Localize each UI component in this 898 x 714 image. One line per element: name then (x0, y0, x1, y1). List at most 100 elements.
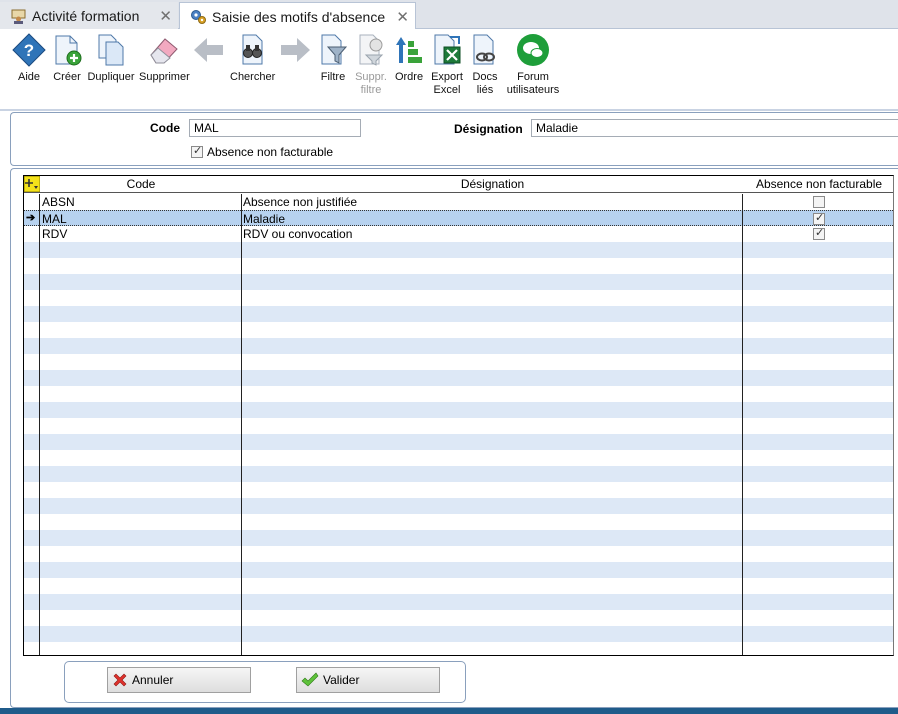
forum-chat-icon (517, 34, 549, 66)
cell-absence-non-facturable-checkbox[interactable] (813, 226, 825, 240)
cell-designation[interactable]: RDV ou convocation (243, 227, 739, 241)
new-document-icon (55, 35, 82, 66)
cell-absence-non-facturable-checkbox[interactable] (813, 196, 825, 208)
empty-row[interactable] (24, 354, 893, 370)
grid-panel: Code Désignation Absence non facturable … (10, 168, 898, 708)
empty-row[interactable] (24, 338, 893, 354)
empty-row[interactable] (24, 290, 893, 306)
supprimer-button[interactable]: Supprimer (139, 33, 190, 84)
column-header-code[interactable]: Code (40, 177, 242, 191)
arrow-left-icon (194, 38, 223, 62)
cell-designation[interactable]: Absence non justifiée (243, 195, 739, 209)
cell-code[interactable]: RDV (42, 227, 238, 241)
code-field[interactable]: MAL (189, 119, 361, 137)
help-icon: ? (12, 33, 46, 67)
empty-row[interactable] (24, 450, 893, 466)
previous-button[interactable] (191, 33, 227, 71)
grid-divider (241, 194, 242, 655)
absence-non-facturable-label: Absence non facturable (207, 145, 334, 159)
empty-row[interactable] (24, 402, 893, 418)
empty-row[interactable] (24, 418, 893, 434)
cell-absence-non-facturable-checkbox[interactable] (813, 211, 825, 225)
grid-divider (742, 194, 743, 655)
tab-label: Activité formation (32, 7, 140, 24)
export-excel-button[interactable]: Export Excel (428, 33, 466, 97)
empty-row[interactable] (24, 466, 893, 482)
table-row[interactable]: RDV RDV ou convocation (24, 226, 893, 242)
designation-label: Désignation (454, 122, 523, 136)
empty-row[interactable] (24, 322, 893, 338)
grid-body: RDV RDV ou convocation ➔ MAL Maladie ABSN Abse… (24, 194, 894, 656)
add-column-icon[interactable] (24, 176, 41, 195)
grid-divider (893, 194, 894, 656)
valider-button[interactable]: Valider (296, 667, 440, 693)
training-icon (11, 9, 26, 24)
empty-row[interactable] (24, 482, 893, 498)
eraser-icon (150, 38, 178, 64)
empty-row[interactable] (24, 498, 893, 514)
creer-button[interactable]: Créer (48, 33, 86, 84)
tab-activite-formation[interactable]: Activité formation ✕ (0, 2, 178, 29)
empty-row[interactable] (24, 274, 893, 290)
excel-export-icon (434, 34, 461, 65)
empty-row[interactable] (24, 386, 893, 402)
sort-order-icon (396, 37, 422, 63)
column-header-absence-non-facturable[interactable]: Absence non facturable (743, 177, 893, 191)
empty-row[interactable] (24, 258, 893, 274)
chercher-button[interactable]: Chercher (230, 33, 275, 84)
empty-row[interactable] (24, 610, 893, 626)
table-row[interactable]: ABSN Absence non justifiée (24, 194, 893, 210)
grid-header: Code Désignation Absence non facturable (24, 176, 893, 195)
action-panel: Annuler Valider (64, 661, 466, 703)
cell-code[interactable]: MAL (42, 212, 238, 226)
empty-row[interactable] (24, 594, 893, 610)
absence-non-facturable-checkbox-row[interactable]: Absence non facturable (191, 144, 334, 159)
tab-bar: Activité formation ✕ Saisie des motifs d… (0, 0, 898, 30)
docs-lies-button[interactable]: Docs liés (467, 33, 503, 97)
binoculars-icon (242, 34, 263, 65)
filtre-button[interactable]: Filtre (316, 33, 350, 84)
empty-row[interactable] (24, 242, 893, 258)
annuler-button[interactable]: Annuler (107, 667, 251, 693)
checkmark-icon (301, 672, 319, 687)
gears-icon (191, 10, 206, 24)
close-icon[interactable]: ✕ (159, 7, 172, 25)
app-window: Activité formation ✕ Saisie des motifs d… (0, 0, 898, 714)
empty-row[interactable] (24, 370, 893, 386)
empty-row[interactable] (24, 530, 893, 546)
linked-documents-icon (473, 34, 495, 65)
code-label: Code (150, 121, 180, 135)
empty-row[interactable] (24, 562, 893, 578)
close-icon[interactable]: ✕ (396, 8, 409, 26)
empty-row[interactable] (24, 546, 893, 562)
suppr-filtre-button[interactable]: Suppr. filtre (352, 33, 390, 97)
cancel-x-icon (113, 673, 127, 687)
ordre-button[interactable]: Ordre (392, 33, 426, 84)
empty-row[interactable] (24, 578, 893, 594)
empty-row[interactable] (24, 626, 893, 642)
record-form: Code MAL Désignation Maladie Absence non… (10, 112, 898, 166)
dupliquer-button[interactable]: Dupliquer (87, 33, 135, 84)
column-header-designation[interactable]: Désignation (242, 177, 743, 191)
cell-designation[interactable]: Maladie (243, 212, 739, 226)
aide-button[interactable]: ? Aide (10, 33, 48, 84)
remove-filter-icon (359, 34, 384, 66)
forum-utilisateurs-button[interactable]: Forum utilisateurs (506, 33, 560, 97)
empty-row[interactable] (24, 434, 893, 450)
table-row[interactable]: ➔ MAL Maladie (24, 210, 893, 226)
next-button[interactable] (277, 33, 313, 71)
empty-row[interactable] (24, 306, 893, 322)
toolbar: ? Aide Créer Dupliquer Supprimer Cherche… (0, 29, 898, 111)
row-pointer-icon: ➔ (26, 212, 36, 224)
designation-field[interactable]: Maladie (531, 119, 898, 137)
cell-code[interactable]: ABSN (42, 195, 238, 209)
tab-label: Saisie des motifs d'absence (212, 8, 386, 25)
svg-text:?: ? (24, 41, 34, 60)
arrow-right-icon (281, 38, 310, 62)
empty-row[interactable] (24, 514, 893, 530)
data-grid[interactable]: Code Désignation Absence non facturable … (23, 175, 894, 656)
absence-non-facturable-checkbox[interactable] (191, 144, 203, 158)
filter-icon (321, 34, 348, 65)
tab-saisie-motifs-absence[interactable]: Saisie des motifs d'absence ✕ (179, 2, 416, 30)
duplicate-icon (98, 34, 124, 66)
